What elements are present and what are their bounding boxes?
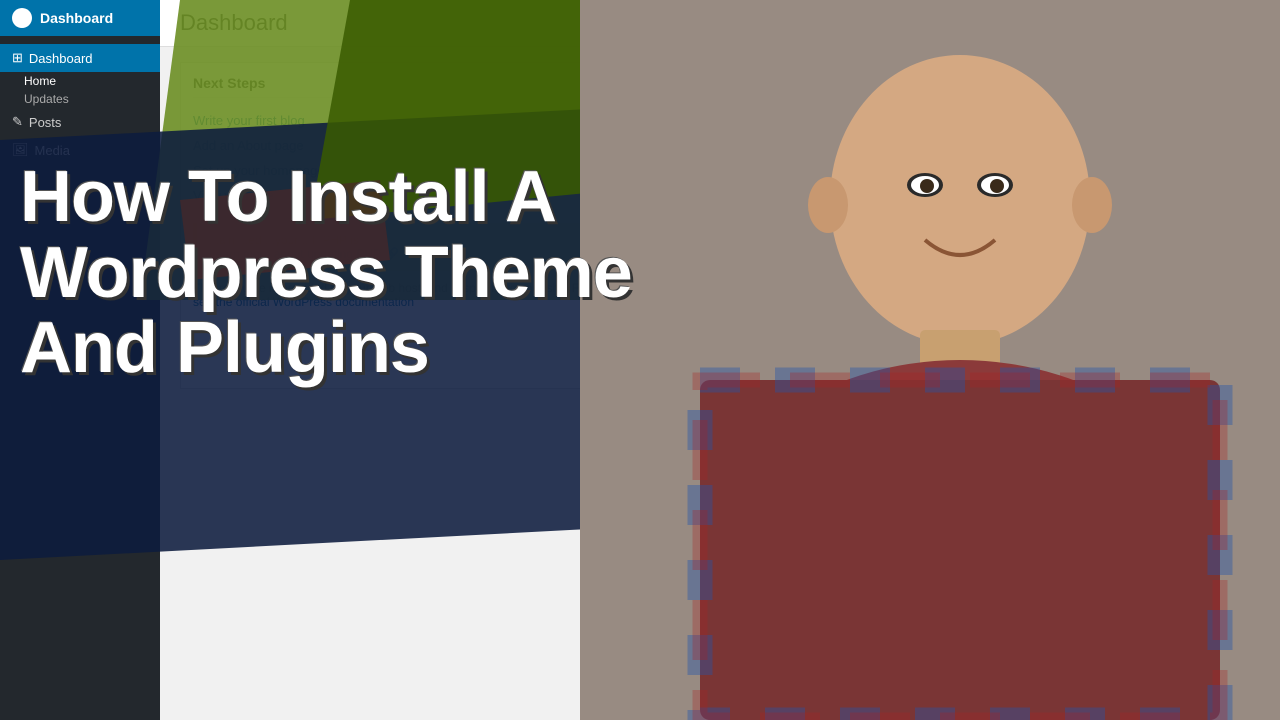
posts-icon: ✎ xyxy=(12,114,23,130)
write-blog-link[interactable]: Write your first blog xyxy=(193,113,305,128)
home-label: Home xyxy=(24,74,56,88)
title-text: How To Install A Wordpress Theme And Plu… xyxy=(20,160,740,387)
updates-label: Updates xyxy=(24,92,69,106)
sidebar-posts-label: Posts xyxy=(29,115,62,130)
sidebar-item-home[interactable]: Home xyxy=(0,72,160,90)
sidebar-item-posts[interactable]: ✎ Posts xyxy=(0,108,160,136)
sidebar-header: W Dashboard xyxy=(0,0,160,36)
sidebar-item-dashboard[interactable]: ⊞ Dashboard xyxy=(0,44,160,72)
sidebar-media-label: Media xyxy=(35,143,70,158)
sidebar-dashboard-label: Dashboard xyxy=(29,51,93,66)
sidebar-header-label: Dashboard xyxy=(40,10,113,26)
title-overlay: How To Install A Wordpress Theme And Plu… xyxy=(20,160,740,387)
wp-logo-icon: W xyxy=(12,8,32,28)
sidebar-item-updates[interactable]: Updates xyxy=(0,90,160,108)
sidebar-nav: ⊞ Dashboard Home Updates ✎ Posts 🖼 Media xyxy=(0,36,160,172)
media-icon: 🖼 xyxy=(12,142,29,158)
about-page-link[interactable]: Add an About page xyxy=(193,138,304,153)
dashboard-icon: ⊞ xyxy=(12,50,23,66)
